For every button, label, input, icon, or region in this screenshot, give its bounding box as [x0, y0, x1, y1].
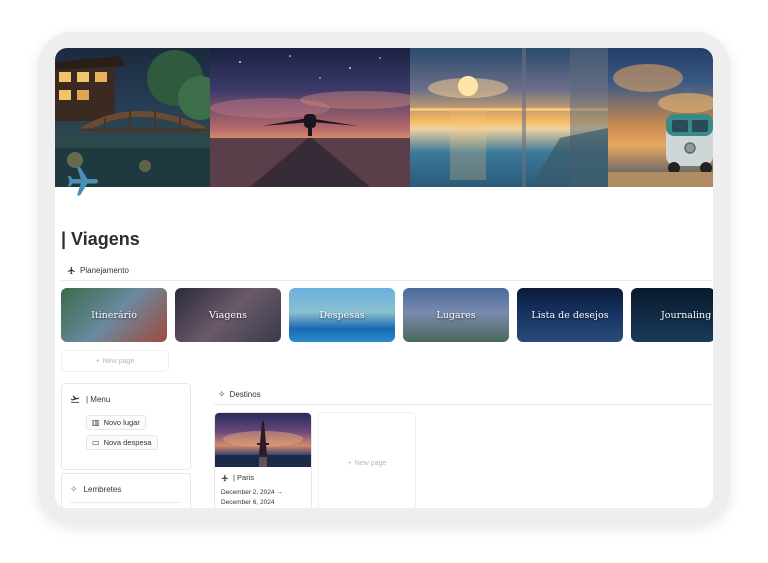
- destination-end-date: December 6, 2024: [221, 499, 275, 506]
- new-place-button[interactable]: ▥ Novo lugar: [86, 415, 146, 430]
- new-expense-button[interactable]: ▭ Nova despesa: [86, 435, 158, 450]
- menu-title: | Menu: [70, 394, 110, 404]
- cover-panel-ocean-sunset: [410, 48, 608, 187]
- reminders-title: ✧ Lembretes: [70, 484, 121, 495]
- new-expense-label: Nova despesa: [103, 438, 152, 447]
- notion-page: | Viagens Planejamento Itinerário Viagen…: [55, 48, 713, 508]
- plus-icon: +: [95, 357, 100, 365]
- page-title[interactable]: | Viagens: [61, 229, 140, 250]
- gallery-card-label: Viagens: [208, 309, 248, 321]
- tablet-frame: | Viagens Planejamento Itinerário Viagen…: [38, 32, 730, 524]
- plus-icon: +: [347, 459, 352, 467]
- airplane-icon: [221, 474, 228, 481]
- gallery-card-journaling[interactable]: Journaling: [631, 288, 713, 342]
- airplane-icon: [70, 395, 80, 403]
- menu-title-label: | Menu: [86, 394, 111, 404]
- sparkle-icon: ✧: [70, 484, 78, 494]
- cover-banner: [55, 48, 713, 187]
- airplane-icon[interactable]: [65, 164, 101, 200]
- new-page-label: New page: [354, 459, 387, 467]
- gallery-card-itinerary[interactable]: Itinerário: [61, 288, 167, 342]
- gallery-card-label: Itinerário: [91, 309, 137, 321]
- money-icon: ▭: [92, 438, 100, 447]
- reminders-divider: [70, 502, 182, 503]
- section-divider: [61, 280, 713, 281]
- gallery-card-wishlist[interactable]: Lista de desejos: [517, 288, 623, 342]
- gallery-card-label: Journaling: [661, 309, 712, 321]
- reminders-title-label: Lembretes: [83, 485, 122, 494]
- gallery-card-trips[interactable]: Viagens: [175, 288, 281, 342]
- gallery-card-label: Despesas: [319, 309, 365, 321]
- destination-card-title-label: | Paris: [233, 473, 255, 482]
- gallery-card-expenses[interactable]: Despesas: [289, 288, 395, 342]
- destination-card-paris[interactable]: | Paris December 2, 2024 → December 6, 2…: [214, 412, 312, 508]
- new-place-label: Novo lugar: [103, 418, 140, 427]
- new-page-label: New page: [102, 357, 135, 365]
- destinations-heading-label: Destinos: [229, 390, 261, 399]
- destination-card-title: | Paris: [221, 473, 254, 482]
- planning-gallery: Itinerário Viagens Despesas Lugares List…: [61, 288, 713, 342]
- gallery-card-places[interactable]: Lugares: [403, 288, 509, 342]
- destination-card-image: [215, 413, 311, 467]
- reminders-callout: ✧ Lembretes: [61, 473, 191, 508]
- planning-heading[interactable]: Planejamento: [67, 266, 129, 275]
- destinations-heading[interactable]: ✧ Destinos: [218, 389, 261, 400]
- gallery-card-label: Lugares: [436, 309, 476, 321]
- destination-start-date: December 2, 2024 →: [221, 489, 283, 496]
- cover-panel-van-beach: [608, 48, 713, 187]
- destinations-new-page-button[interactable]: + New page: [318, 412, 416, 508]
- gallery-card-label: Lista de desejos: [531, 309, 609, 321]
- section-divider: [214, 404, 713, 405]
- menu-callout: | Menu ▥ Novo lugar ▭ Nova despesa: [61, 383, 191, 470]
- airplane-icon: [67, 266, 75, 275]
- new-page-button[interactable]: + New page: [61, 350, 169, 372]
- sparkle-icon: ✧: [218, 389, 226, 399]
- map-icon: ▥: [92, 418, 100, 427]
- cover-panel-airplane-sunset: [210, 48, 410, 187]
- planning-heading-label: Planejamento: [80, 266, 129, 275]
